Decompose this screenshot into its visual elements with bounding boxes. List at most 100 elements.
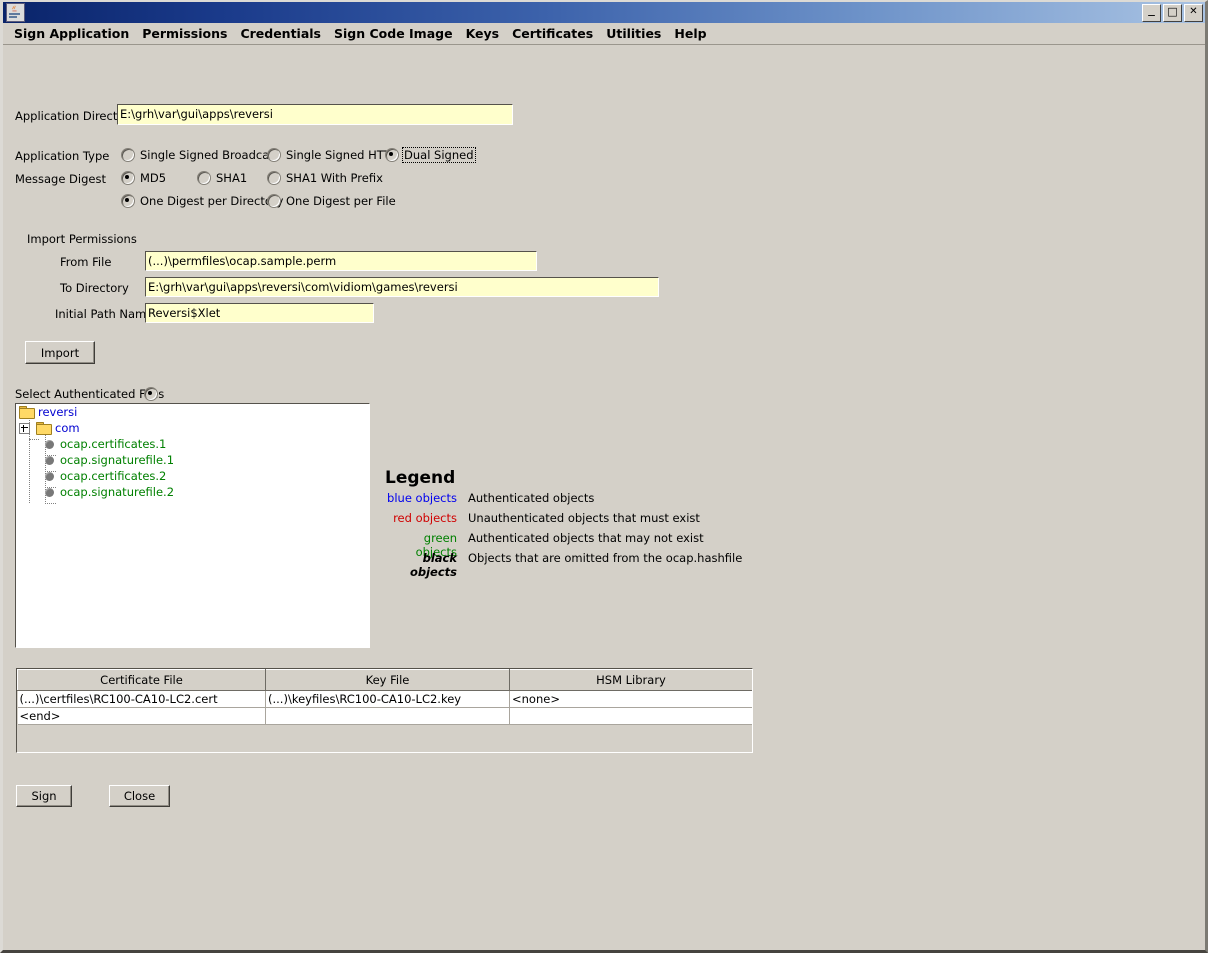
file-node-icon — [45, 455, 54, 465]
legend-key-red: red objects — [393, 511, 457, 525]
tree-item-ocap-signaturefile-2[interactable]: ocap.signaturefile.2 — [16, 484, 369, 500]
tree-item-label: ocap.certificates.2 — [60, 469, 167, 483]
radio-single-signed-http[interactable]: Single Signed HTTP — [267, 148, 398, 162]
column-header-hsm-library[interactable]: HSM Library — [509, 669, 752, 691]
tree-item-ocap-certificates-1[interactable]: ocap.certificates.1 — [16, 436, 369, 452]
file-node-icon — [45, 439, 54, 449]
radio-indicator-one-digest-per-directory — [121, 194, 135, 208]
column-header-key-file[interactable]: Key File — [265, 669, 510, 691]
main-content: Application Directory E:\grh\var\gui\app… — [3, 45, 1205, 950]
legend: Legend blue objects Authenticated object… — [385, 468, 743, 579]
initial-path-name-input[interactable]: Reversi$Xlet — [145, 303, 374, 323]
certificate-table[interactable]: Certificate File Key File HSM Library (.… — [16, 668, 753, 753]
tree-item-label: ocap.signaturefile.2 — [60, 485, 175, 499]
radio-indicator-dual-signed — [385, 148, 399, 162]
radio-label-md5: MD5 — [140, 171, 167, 185]
legend-row: red objects Unauthenticated objects that… — [385, 511, 742, 531]
tree-connector-h-5 — [45, 503, 56, 504]
title-bar: _ □ ✕ — [3, 2, 1205, 23]
radio-label-one-digest-per-directory: One Digest per Directory — [140, 194, 284, 208]
radio-dual-signed[interactable]: Dual Signed — [385, 147, 476, 163]
radio-indicator-sha1-with-prefix — [267, 171, 281, 185]
menu-permissions[interactable]: Permissions — [136, 24, 234, 43]
java-cup-glyph — [12, 5, 17, 12]
file-node-icon — [45, 487, 54, 497]
radio-indicator-sha1 — [197, 171, 211, 185]
legend-row: black objects Objects that are omitted f… — [385, 551, 743, 579]
close-button[interactable]: ✕ — [1184, 3, 1203, 22]
to-directory-input[interactable]: E:\grh\var\gui\apps\reversi\com\vidiom\g… — [145, 277, 659, 297]
cell-hsm-library[interactable] — [509, 707, 752, 725]
menu-keys[interactable]: Keys — [460, 24, 507, 43]
legend-key-black: black objects — [409, 551, 457, 579]
minimize-button[interactable]: _ — [1142, 1, 1161, 22]
menu-sign-application[interactable]: Sign Application — [8, 24, 136, 43]
tree-item-label: reversi — [38, 405, 78, 419]
java-cup-icon — [6, 3, 25, 22]
icon-bar-top — [9, 13, 20, 15]
legend-key-blue: blue objects — [387, 491, 457, 505]
authenticated-files-tree[interactable]: reversi com ocap.certificates.1 ocap.sig… — [15, 403, 370, 648]
cell-hsm-library[interactable]: <none> — [509, 690, 752, 708]
import-permissions-title: Import Permissions — [27, 232, 137, 246]
cell-certificate-file[interactable]: <end> — [17, 707, 266, 725]
folder-icon — [36, 422, 52, 435]
tree-item-reversi[interactable]: reversi — [16, 404, 369, 420]
select-authenticated-files-label: Select Authenticated Files — [15, 387, 165, 401]
radio-one-digest-per-file[interactable]: One Digest per File — [267, 194, 396, 208]
column-header-certificate-file[interactable]: Certificate File — [17, 669, 266, 691]
cell-key-file[interactable]: (...)\keyfiles\RC100-CA10-LC2.key — [265, 690, 510, 708]
radio-sha1-with-prefix[interactable]: SHA1 With Prefix — [267, 171, 383, 185]
radio-indicator-single-signed-http — [267, 148, 281, 162]
tree-item-label: ocap.certificates.1 — [60, 437, 167, 451]
tree-item-label: ocap.signaturefile.1 — [60, 453, 175, 467]
menu-sign-code-image[interactable]: Sign Code Image — [328, 24, 460, 43]
tree-connector-h-2 — [45, 455, 56, 456]
sign-button[interactable]: Sign — [16, 785, 72, 807]
icon-bar-bottom — [9, 16, 17, 18]
tree-item-ocap-signaturefile-1[interactable]: ocap.signaturefile.1 — [16, 452, 369, 468]
radio-label-sha1-with-prefix: SHA1 With Prefix — [286, 171, 383, 185]
select-authenticated-files-radio[interactable] — [144, 387, 158, 401]
tree-item-com[interactable]: com — [16, 420, 369, 436]
legend-desc-green: Authenticated objects that may not exist — [468, 531, 704, 545]
folder-icon — [19, 406, 35, 419]
radio-one-digest-per-directory[interactable]: One Digest per Directory — [121, 194, 283, 208]
radio-indicator-single-signed-broadcast — [121, 148, 135, 162]
application-window: _ □ ✕ Sign Application Permissions Crede… — [0, 0, 1208, 953]
message-digest-label: Message Digest — [15, 172, 106, 186]
tree-connector-h-1 — [29, 439, 39, 440]
radio-label-single-signed-broadcast: Single Signed Broadcast — [140, 148, 280, 162]
radio-indicator-select-authenticated-files — [144, 387, 158, 401]
close-button-action[interactable]: Close — [109, 785, 170, 807]
menu-utilities[interactable]: Utilities — [600, 24, 668, 43]
initial-path-name-label: Initial Path Name — [55, 307, 154, 321]
radio-single-signed-broadcast[interactable]: Single Signed Broadcast — [121, 148, 280, 162]
menu-certificates[interactable]: Certificates — [506, 24, 600, 43]
maximize-icon: □ — [1167, 4, 1178, 18]
menu-help[interactable]: Help — [668, 24, 713, 43]
legend-title: Legend — [385, 468, 456, 488]
radio-label-dual-signed: Dual Signed — [402, 147, 476, 163]
expand-icon[interactable] — [19, 422, 30, 434]
application-type-label: Application Type — [15, 149, 110, 163]
tree-connector-h-4 — [45, 487, 56, 488]
radio-sha1[interactable]: SHA1 — [197, 171, 247, 185]
maximize-button[interactable]: □ — [1163, 3, 1182, 22]
menu-credentials[interactable]: Credentials — [234, 24, 328, 43]
minimize-icon: _ — [1148, 1, 1155, 17]
from-file-input[interactable]: (...)\permfiles\ocap.sample.perm — [145, 251, 537, 271]
import-button[interactable]: Import — [25, 341, 95, 364]
table-row[interactable]: (...)\certfiles\RC100-CA10-LC2.cert (...… — [17, 690, 752, 708]
application-directory-input[interactable]: E:\grh\var\gui\apps\reversi — [117, 104, 513, 125]
table-row[interactable]: <end> — [17, 707, 752, 725]
from-file-label: From File — [60, 255, 112, 269]
cell-certificate-file[interactable]: (...)\certfiles\RC100-CA10-LC2.cert — [17, 690, 266, 708]
legend-desc-black: Objects that are omitted from the ocap.h… — [468, 551, 743, 565]
radio-label-one-digest-per-file: One Digest per File — [286, 194, 396, 208]
radio-indicator-md5 — [121, 171, 135, 185]
tree-item-ocap-certificates-2[interactable]: ocap.certificates.2 — [16, 468, 369, 484]
cell-key-file[interactable] — [265, 707, 510, 725]
radio-md5[interactable]: MD5 — [121, 171, 166, 185]
to-directory-label: To Directory — [60, 281, 129, 295]
